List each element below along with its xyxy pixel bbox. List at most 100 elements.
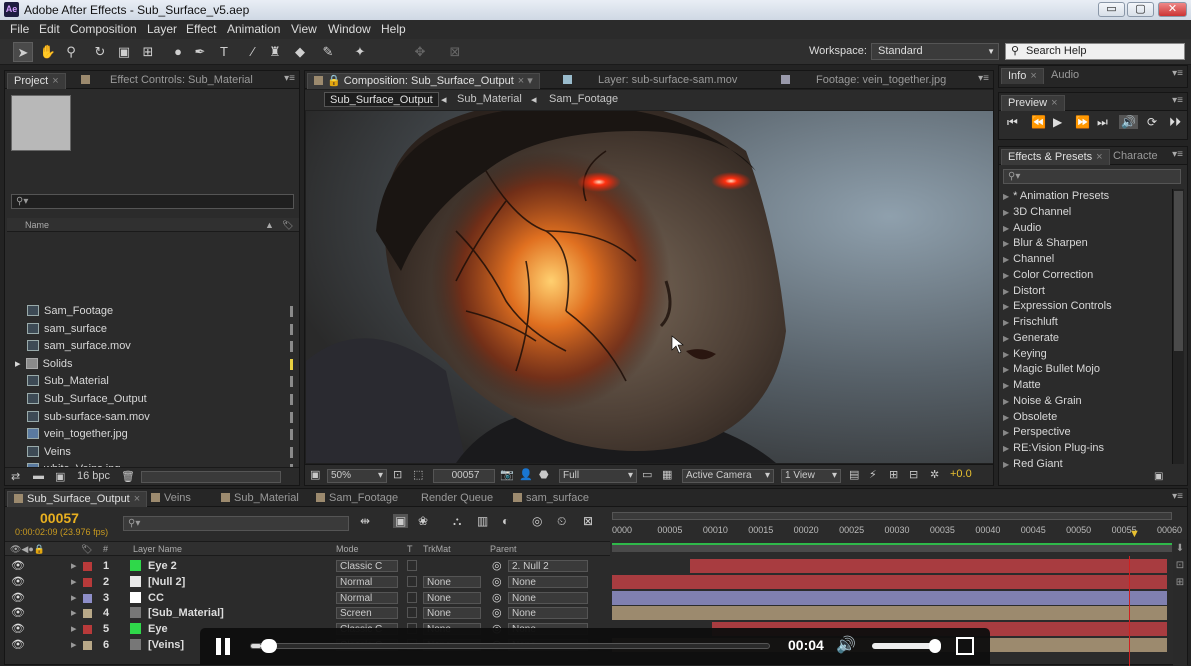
expand-arrow-icon[interactable]: ▶ [1003,239,1009,248]
timeline-search-input[interactable]: ⚲▾ [123,516,349,531]
label-color-swatch[interactable] [83,577,92,587]
tab-character[interactable]: Characte [1107,149,1164,165]
effect-category[interactable]: ▶ Perspective [1003,425,1071,441]
expand-arrow-icon[interactable]: ▶ [1003,255,1009,264]
label-color-swatch[interactable] [290,376,293,388]
label-color-swatch[interactable] [290,341,293,353]
transparency-grid-icon[interactable]: ▦ [662,468,672,481]
parent-select[interactable]: 2. Null 2 [508,560,588,572]
effect-category[interactable]: ▶ Keying [1003,347,1047,363]
label-color-swatch[interactable] [290,358,293,370]
flowchart-icon[interactable]: ⊟ [909,468,918,481]
effect-category[interactable]: ▶ Blur & Sharpen [1003,236,1088,252]
breadcrumb-sam-footage[interactable]: Sam_Footage [549,93,618,105]
lock-icon[interactable]: 🔒 [327,75,341,87]
tab-footage[interactable]: Footage: vein_together.jpg [775,73,952,89]
draft-3d-icon[interactable]: ❀ [418,514,428,528]
layer-duration-bar[interactable] [612,590,1167,605]
blend-mode-select[interactable]: Normal [336,575,398,588]
clone-stamp-tool-icon[interactable]: ♜ [265,42,285,62]
effect-category[interactable]: ▶ RE:Vision Plug-ins [1003,441,1104,457]
menu-file[interactable]: File [10,20,29,39]
pick-whip-icon[interactable]: ◎ [492,574,502,590]
zoom-in-icon[interactable]: ⬇ [1173,543,1187,554]
camera-tool-icon[interactable]: ▣ [114,42,134,62]
column-mode[interactable]: Mode [336,542,359,556]
expand-arrow-icon[interactable]: ▶ [1003,413,1009,422]
visibility-eye-icon[interactable]: 👁 [11,605,25,621]
tab-timeline-sub-material[interactable]: Sub_Material [215,491,305,507]
label-color-swatch[interactable] [290,429,293,441]
pick-whip-icon[interactable]: ◎ [492,558,502,574]
resolution-select[interactable]: Full ▾ [559,469,637,483]
project-item[interactable]: vein_together.jpg [15,426,293,443]
effect-category[interactable]: ▶ Noise & Grain [1003,394,1082,410]
effect-category[interactable]: ▶ Expression Controls [1003,299,1112,315]
blend-mode-select[interactable]: Screen [336,607,398,620]
loop-icon[interactable]: ⟳ [1147,115,1157,129]
timeline-timecode[interactable]: 00057 [40,510,79,526]
expand-arrow-icon[interactable]: ▶ [1003,365,1009,374]
expand-arrow-icon[interactable]: ▸ [71,574,77,590]
time-ruler[interactable]: 0000 00005 00010 00015 00020 00025 00030 00035 0… [612,509,1182,556]
menu-animation[interactable]: Animation [227,20,280,39]
effect-category[interactable]: ▶ Channel [1003,252,1054,268]
menu-view[interactable]: View [291,20,317,39]
column-trkmat[interactable]: TrkMat [423,542,451,556]
bit-depth-button[interactable]: 16 bpc [77,470,110,482]
brainstorm-icon[interactable]: ⏲ [557,514,566,529]
first-frame-icon[interactable]: ⏮ [1007,115,1018,130]
sort-arrow-icon[interactable]: ▲ [265,218,274,232]
visibility-eye-icon[interactable]: 👁 [11,637,25,653]
pixel-aspect-icon[interactable]: ▤ [849,468,859,481]
close-button[interactable]: ✕ [1158,2,1187,17]
type-tool-icon[interactable]: T [214,42,234,62]
pause-icon[interactable] [216,638,221,655]
comp-mini-flowchart-icon[interactable]: ⇹ [360,514,370,528]
maximize-button[interactable]: ▢ [1127,2,1154,17]
new-bin-icon[interactable]: ▣ [1154,471,1163,482]
layer-duration-bar[interactable] [612,606,1167,621]
project-scrollbar[interactable] [141,471,281,483]
time-navigator[interactable] [612,512,1172,520]
label-color-swatch[interactable] [290,411,293,423]
expand-arrow-icon[interactable]: ▸ [15,358,24,370]
panel-menu-icon[interactable]: ▾≡ [978,73,989,84]
fullscreen-icon[interactable] [956,637,974,655]
preserve-transparency-checkbox[interactable] [407,607,417,619]
project-item[interactable]: sam_surface.mov [15,338,293,355]
breadcrumb-sub-surface-output[interactable]: Sub_Surface_Output [324,92,439,107]
label-color-swatch[interactable] [290,306,293,317]
fast-preview-icon[interactable]: ⚡ [869,468,877,481]
show-snapshot-icon[interactable]: 👤 [519,468,533,481]
tab-timeline-veins[interactable]: Veins [145,491,197,507]
preserve-transparency-checkbox[interactable] [407,575,417,587]
previous-frame-icon[interactable]: ⏪ [1031,115,1046,129]
tab-layer[interactable]: Layer: sub-surface-sam.mov [557,73,743,89]
pick-whip-icon[interactable]: ◎ [492,590,502,606]
project-item[interactable]: Sub_Surface_Output [15,391,293,408]
label-icon[interactable]: 🏷 [282,218,293,232]
column-number[interactable]: # [103,542,108,556]
tab-composition[interactable]: 🔒 Composition: Sub_Surface_Output × ▾ [307,73,540,89]
effect-category[interactable]: ▶ Color Correction [1003,268,1093,284]
parent-select[interactable]: None [508,591,588,604]
new-composition-icon[interactable]: ▣ [55,470,65,483]
layer-row[interactable]: 👁 ▸ 1 Eye 2 Classic C ◎ 2. Null 2 [5,558,605,574]
axis-mode-icon[interactable]: ✥ [410,42,430,62]
frame-blending-icon[interactable]: ▥ [477,514,488,528]
menu-window[interactable]: Window [328,20,371,39]
current-time-display[interactable]: 00057 [433,469,495,483]
effect-category[interactable]: ▶ Audio [1003,221,1041,237]
column-layer-name[interactable]: Layer Name [133,542,182,556]
tab-timeline-render-queue[interactable]: Render Queue [415,491,499,507]
roto-brush-tool-icon[interactable]: ✎ [318,42,338,62]
effect-category[interactable]: ▶ Matte [1003,378,1041,394]
expand-arrow-icon[interactable]: ▶ [1003,350,1009,359]
track-matte-select[interactable]: None [423,591,481,604]
expand-arrow-icon[interactable]: ▶ [1003,428,1009,437]
expand-icon[interactable]: ⊞ [1173,577,1187,588]
effect-category[interactable]: ▶ 3D Channel [1003,205,1071,221]
label-color-swatch[interactable] [83,609,92,619]
exposure-reset-icon[interactable]: ✲ [930,468,939,481]
